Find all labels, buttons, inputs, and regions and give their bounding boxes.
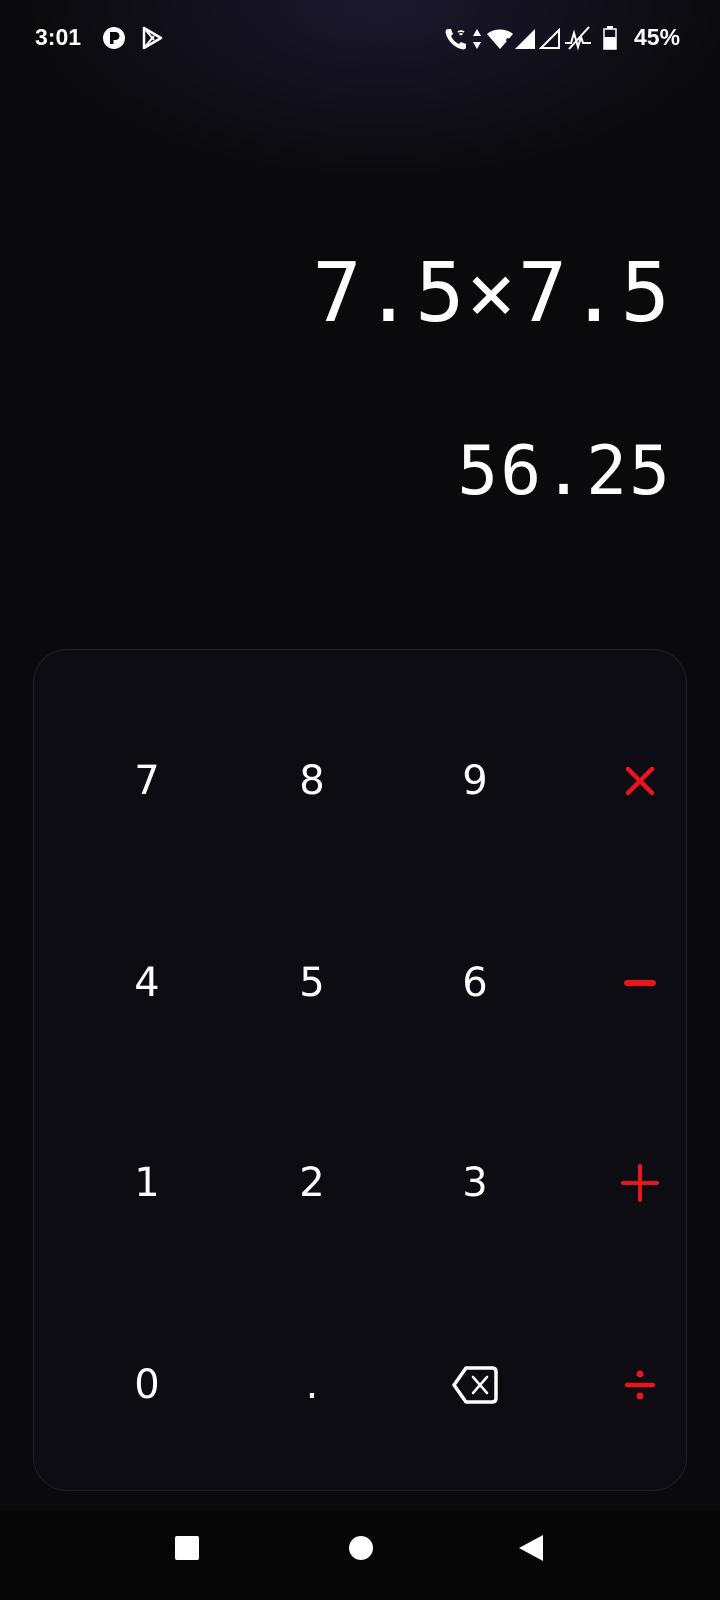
keypad: 7 8 9 4 5 6 1 2 3 0 . — [33, 649, 687, 1491]
key-3[interactable]: 3 — [400, 1108, 550, 1258]
backspace-button[interactable] — [400, 1310, 550, 1460]
key-label: 8 — [299, 758, 325, 804]
key-label: 3 — [462, 1160, 488, 1206]
home-circle-icon[interactable] — [348, 1535, 374, 1565]
key-label: 4 — [134, 960, 160, 1006]
key-label: 1 — [134, 1160, 160, 1206]
wifi-calling-icon — [443, 26, 469, 56]
key-5[interactable]: 5 — [237, 908, 387, 1058]
plus-icon — [621, 1164, 659, 1202]
no-signal-icon — [563, 25, 593, 55]
result-display: 56.25 — [457, 432, 672, 511]
key-2[interactable]: 2 — [237, 1108, 387, 1258]
navigation-bar — [0, 1510, 720, 1600]
back-triangle-icon[interactable] — [518, 1534, 544, 1566]
wifi-icon — [486, 28, 514, 54]
data-arrows-icon — [472, 28, 482, 54]
key-7[interactable]: 7 — [72, 706, 222, 856]
key-label: 6 — [462, 960, 488, 1006]
key-8[interactable]: 8 — [237, 706, 387, 856]
key-label: 9 — [462, 758, 488, 804]
play-store-icon — [140, 26, 164, 54]
backspace-icon — [452, 1366, 498, 1404]
multiply-icon — [625, 766, 655, 796]
calculator-screen: 3:01 45% 7.5×7.5 56.25 7 8 9 4 5 6 1 2 3… — [0, 0, 720, 1600]
key-decimal[interactable]: . — [237, 1310, 387, 1460]
recents-square-icon[interactable] — [174, 1535, 200, 1565]
status-time: 3:01 — [35, 24, 82, 50]
divide-icon — [624, 1370, 656, 1400]
multiply-button[interactable] — [565, 706, 715, 856]
key-0[interactable]: 0 — [72, 1310, 222, 1460]
divide-button[interactable] — [565, 1310, 715, 1460]
expression-display: 7.5×7.5 — [312, 246, 672, 341]
key-label: 5 — [299, 960, 325, 1006]
key-label: . — [305, 1362, 319, 1408]
minus-button[interactable] — [565, 908, 715, 1058]
key-4[interactable]: 4 — [72, 908, 222, 1058]
app-notification-icon — [102, 26, 126, 54]
plus-button[interactable] — [565, 1108, 715, 1258]
status-bar: 3:01 45% — [0, 0, 720, 80]
battery-percent: 45% — [634, 24, 681, 50]
battery-icon — [603, 26, 617, 54]
key-label: 2 — [299, 1160, 325, 1206]
signal-full-icon — [514, 28, 536, 54]
minus-icon — [624, 980, 656, 986]
key-6[interactable]: 6 — [400, 908, 550, 1058]
key-label: 7 — [134, 758, 160, 804]
key-9[interactable]: 9 — [400, 706, 550, 856]
signal-empty-icon — [538, 27, 561, 54]
key-label: 0 — [134, 1362, 160, 1408]
key-1[interactable]: 1 — [72, 1108, 222, 1258]
